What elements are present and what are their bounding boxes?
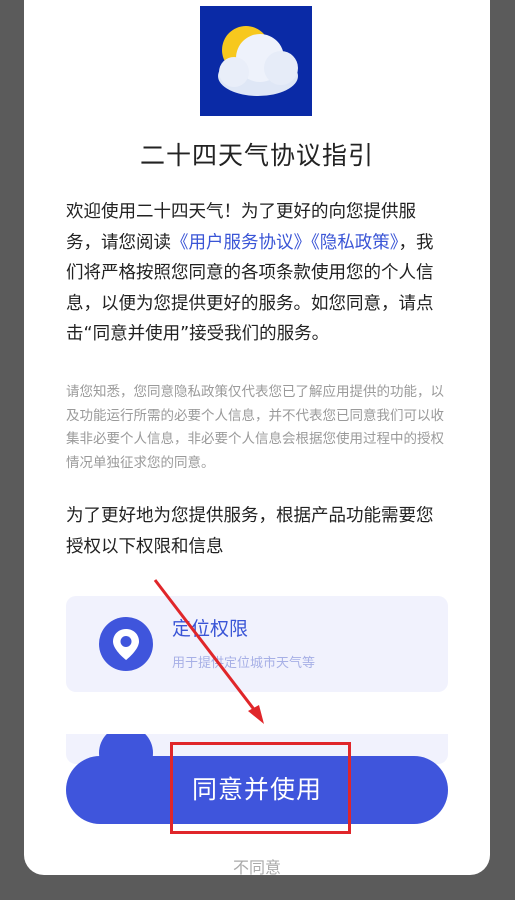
sun-cloud-icon [218,26,298,96]
intro-text: 欢迎使用二十四天气！为了更好的向您提供服务，请您阅读《用户服务协议》《隐私政策》… [66,197,446,350]
scroll-fade [24,704,490,734]
annotation-highlight-box [170,742,351,834]
permission-description: 用于提供定位城市天气等 [172,656,316,671]
agreement-dialog: 二十四天气协议指引 欢迎使用二十四天气！为了更好的向您提供服务，请您阅读《用户服… [24,0,490,875]
dialog-title: 二十四天气协议指引 [139,141,374,170]
privacy-policy-link[interactable]: 《隐私政策》 [311,233,399,253]
permission-name: 定位权限 [172,618,249,640]
location-pin-icon [99,617,153,671]
permission-card-location: 定位权限 用于提供定位城市天气等 [66,596,448,692]
user-agreement-link[interactable]: 《用户服务协议》 [171,233,311,253]
permission-intro: 为了更好地为您提供服务，根据产品功能需要您授权以下权限和信息 [66,506,434,557]
privacy-notice: 请您知悉，您同意隐私政策仅代表您已了解应用提供的功能，以及功能运行所需的必要个人… [66,384,444,471]
app-icon [200,6,312,116]
disagree-button[interactable]: 不同意 [24,854,490,875]
